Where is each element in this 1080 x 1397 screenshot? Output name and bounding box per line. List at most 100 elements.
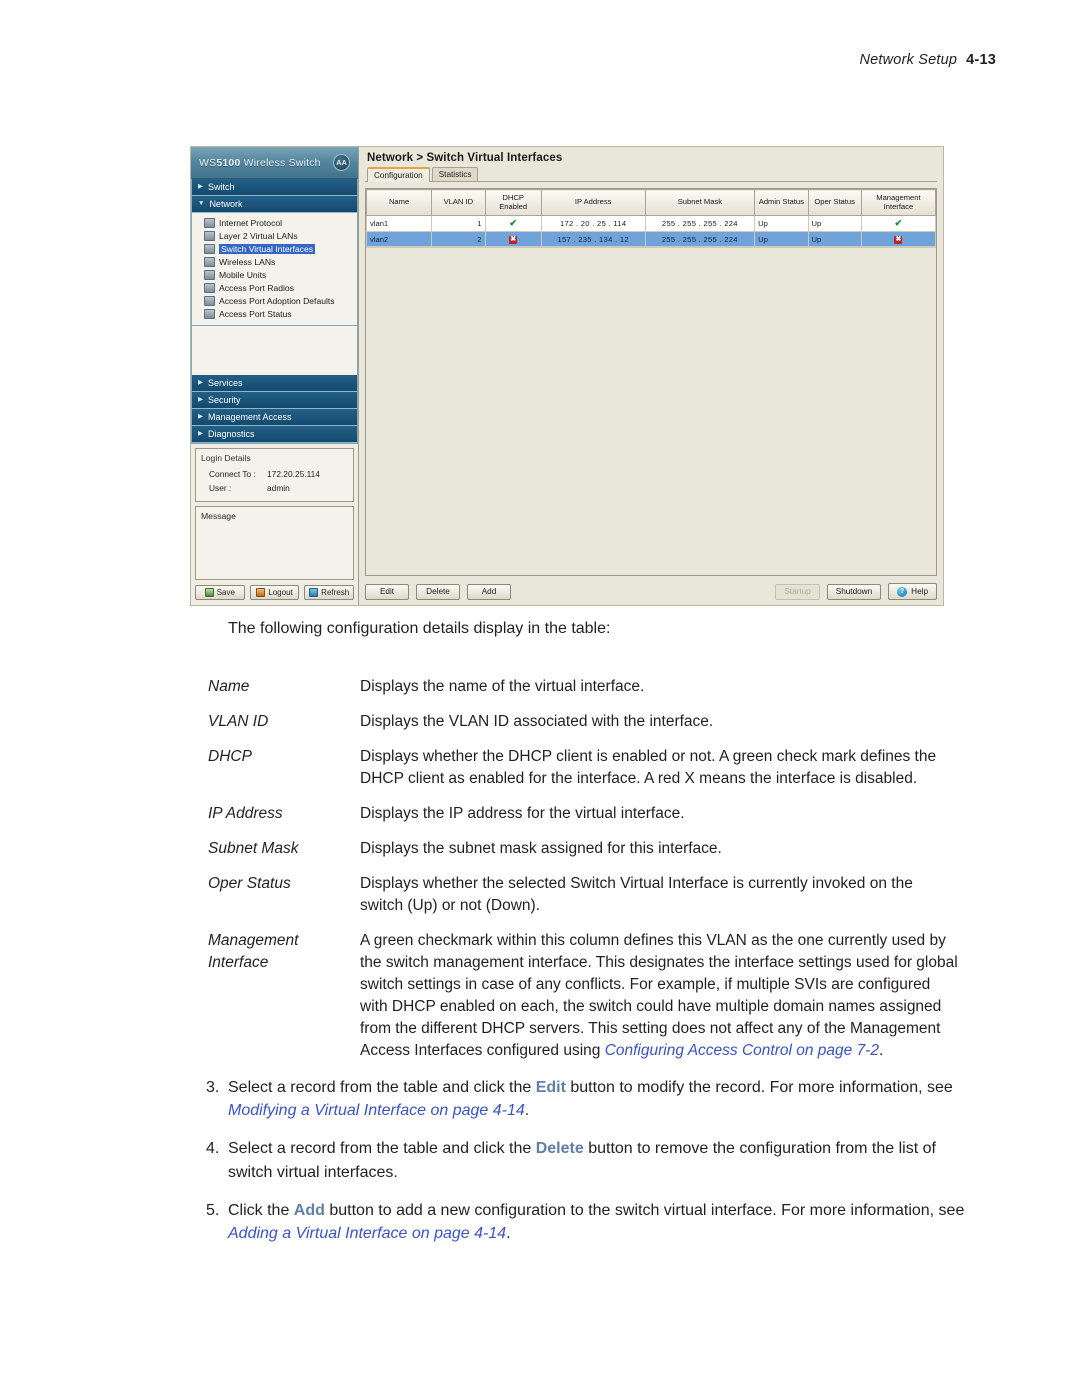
cell-admin-status: Up — [754, 215, 809, 233]
chevron-right-icon: ▶ — [198, 412, 203, 420]
definition-description: Displays whether the selected Switch Vir… — [360, 875, 913, 914]
step-text-pre: Select a record from the table and click… — [228, 1079, 536, 1096]
login-details-panel: Login Details Connect To : 172.20.25.114… — [195, 448, 354, 502]
sidebar-item-label: Switch Virtual Interfaces — [219, 243, 316, 254]
cross-reference-link[interactable]: Modifying a Virtual Interface on page 4-… — [228, 1102, 525, 1119]
help-button[interactable]: ? Help — [888, 583, 937, 600]
step-number: 3. — [206, 1079, 220, 1096]
panel-breadcrumb-title: Network > Switch Virtual Interfaces — [367, 152, 563, 164]
refresh-button-label: Refresh — [321, 588, 350, 597]
sidebar-section-switch[interactable]: ▶ Switch — [192, 179, 357, 196]
sidebar-section-label: Management Access — [208, 412, 292, 422]
definition-term: Management Interface — [208, 930, 360, 1062]
delete-button-reference: Delete — [535, 1140, 584, 1158]
help-icon: ? — [897, 586, 908, 597]
app-logo-text: WS5100 Wireless Switch — [199, 156, 321, 169]
shutdown-button[interactable]: Shutdown — [826, 583, 882, 600]
sidebar-tree: ▶ Switch ▼ Network Internet Protocol Lay… — [191, 179, 358, 326]
sidebar-section-diagnostics[interactable]: ▶ Diagnostics — [192, 426, 357, 443]
definition-description-tail: . — [878, 1042, 884, 1059]
help-button-label: Help — [911, 587, 928, 596]
step-text-mid: button to add a new configuration to the… — [324, 1201, 965, 1219]
sidebar-tree-filler — [191, 326, 358, 375]
brand-badge-icon: AA — [333, 154, 350, 171]
running-header-title: Network Setup — [859, 52, 958, 68]
sidebar-item-label: Access Port Radios — [219, 282, 294, 293]
step-text-pre: Select a record from the table and click… — [228, 1140, 536, 1158]
cell-oper-status: Up — [807, 215, 862, 233]
definition-row-vlan-id: VLAN ID Displays the VLAN ID associated … — [208, 711, 960, 733]
step-5: 5. Click the Add button to add a new con… — [206, 1199, 966, 1245]
sidebar-section-label: Switch — [208, 182, 235, 192]
check-icon: ✔ — [509, 218, 517, 229]
refresh-button[interactable]: Refresh — [304, 585, 355, 600]
step-number: 4. — [206, 1140, 220, 1158]
sidebar-item-access-port-status[interactable]: Access Port Status — [202, 307, 357, 320]
step-text-mid: button to modify the record. For more in… — [565, 1079, 953, 1096]
cell-ip-address: 157 . 235 . 134 . 12 — [540, 231, 646, 248]
svi-table-container: Name VLAN ID DHCP Enabled IP Address Sub… — [365, 188, 937, 576]
sidebar-section-services[interactable]: ▶ Services — [192, 375, 357, 392]
sidebar-section-security[interactable]: ▶ Security — [192, 392, 357, 409]
step-4: 4. Select a record from the table and cl… — [206, 1137, 966, 1183]
col-header-oper-status[interactable]: Oper Status — [807, 188, 862, 217]
definition-row-subnet-mask: Subnet Mask Displays the subnet mask ass… — [208, 838, 960, 860]
network-protocol-icon — [204, 217, 215, 228]
sidebar-network-items: Internet Protocol Layer 2 Virtual LANs S… — [192, 213, 357, 325]
chevron-right-icon: ▶ — [198, 395, 203, 403]
chevron-right-icon: ▶ — [198, 429, 203, 437]
check-icon: ✔ — [894, 218, 903, 229]
page-number: 4-13 — [966, 52, 996, 68]
add-button[interactable]: Add — [467, 583, 511, 600]
table-row[interactable]: vlan1 1 ✔ 172 . 20 . 25 . 114 255 . 255 … — [365, 215, 937, 233]
cell-vlan-id: 1 — [431, 215, 486, 233]
edit-button[interactable]: Edit — [365, 583, 409, 600]
cell-admin-status: Up — [754, 231, 809, 248]
tab-configuration[interactable]: Configuration — [367, 167, 430, 182]
sidebar-section-network[interactable]: ▼ Network — [192, 196, 357, 213]
step-text-post: . — [506, 1224, 511, 1242]
cross-reference-link[interactable]: Adding a Virtual Interface on page 4-14 — [228, 1225, 506, 1242]
sidebar-lower-sections: ▶ Services ▶ Security ▶ Management Acces… — [191, 375, 358, 444]
save-icon — [204, 588, 214, 597]
sidebar-item-label: Internet Protocol — [219, 217, 283, 228]
col-header-dhcp-enabled[interactable]: DHCP Enabled — [484, 188, 542, 217]
definition-list: Name Displays the name of the virtual in… — [208, 676, 960, 1075]
cell-dhcp-enabled: ✔ — [484, 215, 542, 233]
sidebar-item-mobile-units[interactable]: Mobile Units — [202, 268, 357, 281]
app-logo-bar: WS5100 Wireless Switch AA — [191, 147, 358, 179]
delete-button[interactable]: Delete — [416, 583, 460, 600]
cell-management-interface: ✖ — [860, 231, 937, 248]
cross-reference-link[interactable]: Configuring Access Control on page 7-2 — [605, 1042, 879, 1059]
sidebar-item-switch-virtual-interfaces[interactable]: Switch Virtual Interfaces — [202, 242, 357, 255]
sidebar-item-layer-2-virtual-lans[interactable]: Layer 2 Virtual LANs — [202, 229, 357, 242]
cell-ip-address: 172 . 20 . 25 . 114 — [540, 215, 646, 233]
definition-term-line1: Management — [208, 932, 299, 949]
login-details-legend: Login Details — [201, 453, 251, 463]
col-header-management-interface[interactable]: Management Interface — [860, 188, 937, 217]
sidebar-item-internet-protocol[interactable]: Internet Protocol — [202, 216, 357, 229]
sidebar-section-label: Diagnostics — [208, 429, 255, 439]
connect-to-row: Connect To : 172.20.25.114 — [201, 467, 348, 481]
logout-button[interactable]: Logout — [249, 585, 300, 600]
definition-description: Displays the VLAN ID associated with the… — [360, 713, 714, 730]
sidebar-item-access-port-adoption-defaults[interactable]: Access Port Adoption Defaults — [202, 294, 357, 307]
sidebar-item-wireless-lans[interactable]: Wireless LANs — [202, 255, 357, 268]
col-header-vlan-id[interactable]: VLAN ID — [431, 188, 486, 217]
save-button[interactable]: Save — [195, 585, 245, 600]
startup-button[interactable]: Startup — [775, 583, 820, 600]
step-text-post: . — [524, 1102, 530, 1120]
radio-icon — [204, 282, 215, 293]
step-text-pre: Click the — [228, 1201, 294, 1219]
col-header-name[interactable]: Name — [365, 188, 433, 217]
col-header-subnet-mask[interactable]: Subnet Mask — [644, 188, 756, 217]
chevron-down-icon: ▼ — [198, 199, 205, 207]
sidebar-item-access-port-radios[interactable]: Access Port Radios — [202, 281, 357, 294]
sidebar-section-management-access[interactable]: ▶ Management Access — [192, 409, 357, 426]
tab-statistics[interactable]: Statistics — [431, 167, 479, 181]
sidebar-section-label: Services — [208, 378, 243, 388]
col-header-admin-status[interactable]: Admin Status — [754, 188, 809, 217]
col-header-ip-address[interactable]: IP Address — [540, 188, 646, 217]
step-text: Click the Add button to add a new config… — [228, 1199, 966, 1245]
table-row[interactable]: vlan2 2 ✖ 157 . 235 . 134 . 12 255 . 255… — [365, 231, 937, 248]
